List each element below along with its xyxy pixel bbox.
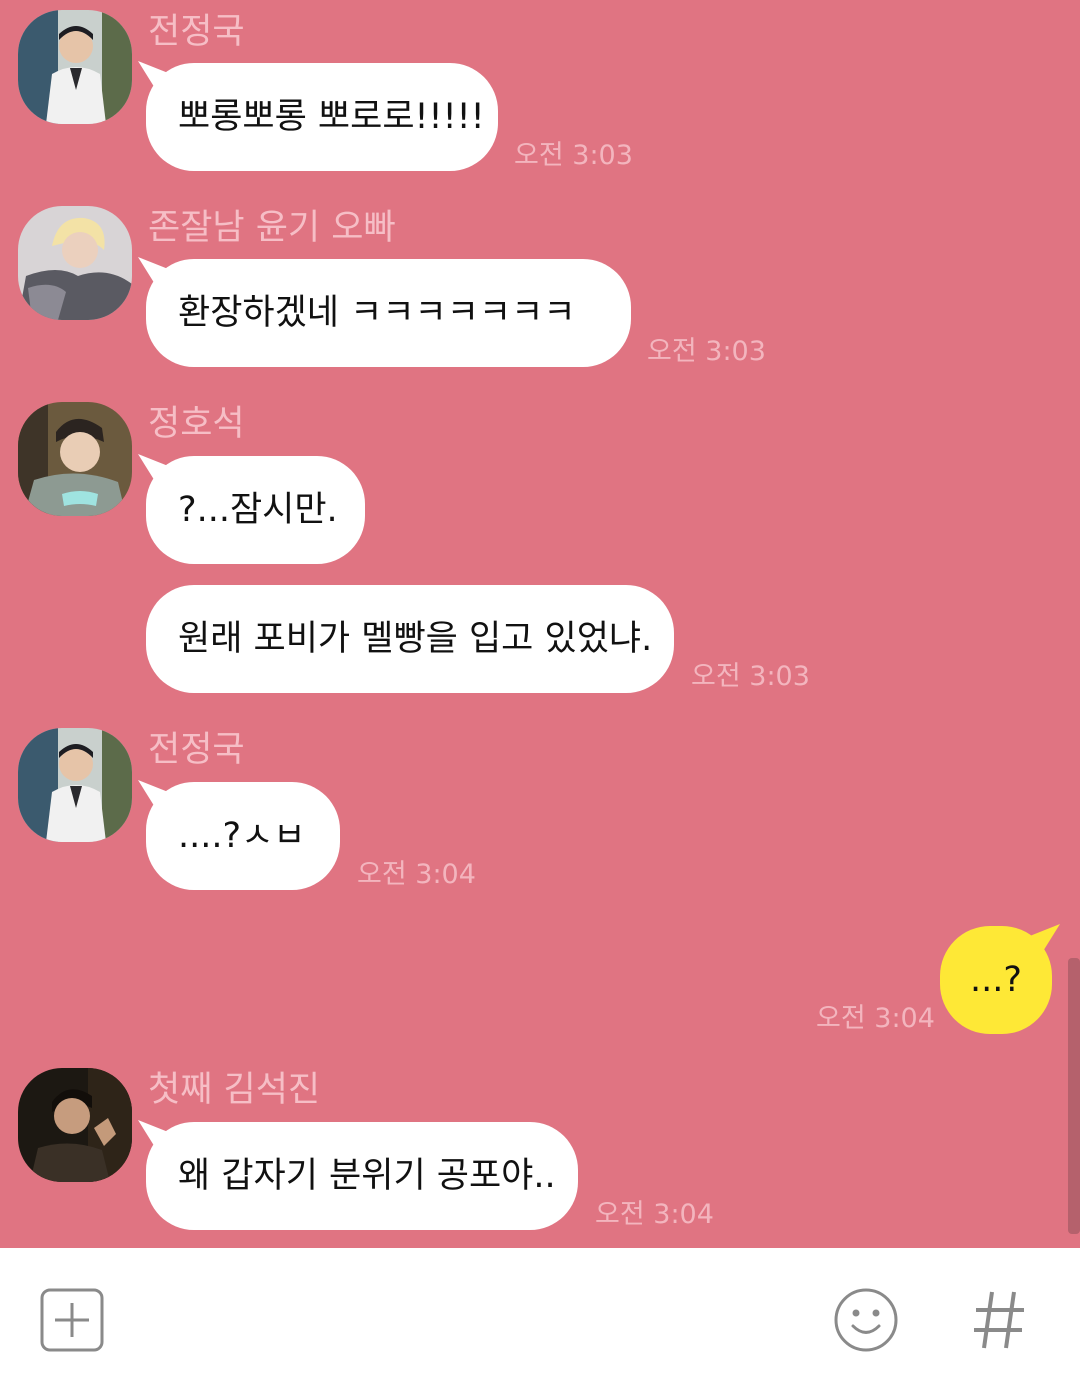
message-timestamp: 오전 3:04 [595,1199,714,1230]
message-bubble[interactable]: ?...잠시만. [146,456,365,564]
scrollbar[interactable] [1068,958,1080,1234]
own-message-bubble[interactable]: ...? [940,926,1052,1034]
avatar-yoongi[interactable] [18,206,132,320]
chat-area[interactable]: 전정국 뽀롱뽀롱 뽀로로!!!!! 오전 3:03 존잘남 윤기 오빠 환장하겠… [0,0,1080,1248]
message-bubble[interactable]: 원래 포비가 멜빵을 입고 있었냐. [146,585,674,693]
message-bubble[interactable]: 뽀롱뽀롱 뽀로로!!!!! [146,63,498,171]
plus-icon[interactable] [40,1288,104,1352]
sender-name: 정호석 [148,404,245,444]
avatar-jungkook[interactable] [18,728,132,842]
avatar-seokjin[interactable] [18,1068,132,1182]
message-timestamp: 오전 3:04 [816,1003,935,1034]
avatar-hoseok[interactable] [18,402,132,516]
message-timestamp: 오전 3:03 [691,661,810,692]
message-bubble[interactable]: ....?ㅅㅂ [146,782,340,890]
message-timestamp: 오전 3:03 [647,336,766,367]
sender-name: 전정국 [148,12,245,52]
input-bar [0,1248,1080,1391]
message-bubble[interactable]: 왜 갑자기 분위기 공포야.. [146,1122,578,1230]
message-bubble[interactable]: 환장하겠네 ㅋㅋㅋㅋㅋㅋㅋ [146,259,631,367]
avatar-jungkook[interactable] [18,10,132,124]
hash-icon[interactable] [970,1286,1030,1354]
emoji-smile-icon[interactable] [832,1286,900,1354]
sender-name: 첫째 김석진 [148,1070,321,1110]
message-timestamp: 오전 3:03 [514,140,633,171]
sender-name: 전정국 [148,730,245,770]
message-timestamp: 오전 3:04 [357,859,476,890]
sender-name: 존잘남 윤기 오빠 [148,208,396,248]
